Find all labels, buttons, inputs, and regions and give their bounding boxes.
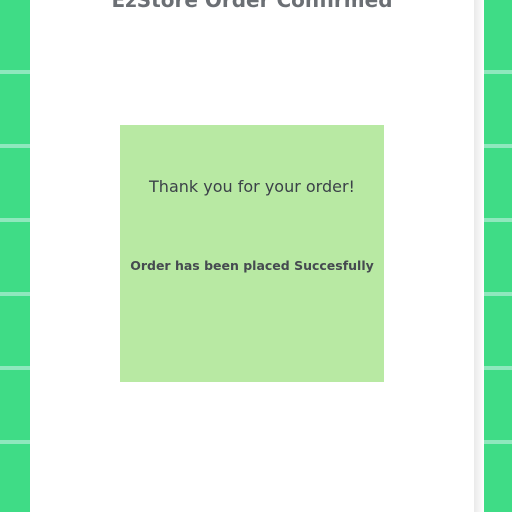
order-placed-message: Order has been placed Succesfully bbox=[130, 258, 374, 273]
thank-you-heading: Thank you for your order! bbox=[149, 177, 355, 196]
left-tile-strip bbox=[0, 0, 30, 512]
confirmation-page: EzStore Order Confirmed Thank you for yo… bbox=[30, 0, 474, 512]
page-edge-shadow bbox=[474, 0, 484, 512]
order-confirmation-card: Thank you for your order! Order has been… bbox=[120, 125, 384, 382]
page-title: EzStore Order Confirmed bbox=[111, 0, 393, 12]
screen: EzStore Order Confirmed Thank you for yo… bbox=[0, 0, 512, 512]
right-tile-strip bbox=[484, 0, 512, 512]
